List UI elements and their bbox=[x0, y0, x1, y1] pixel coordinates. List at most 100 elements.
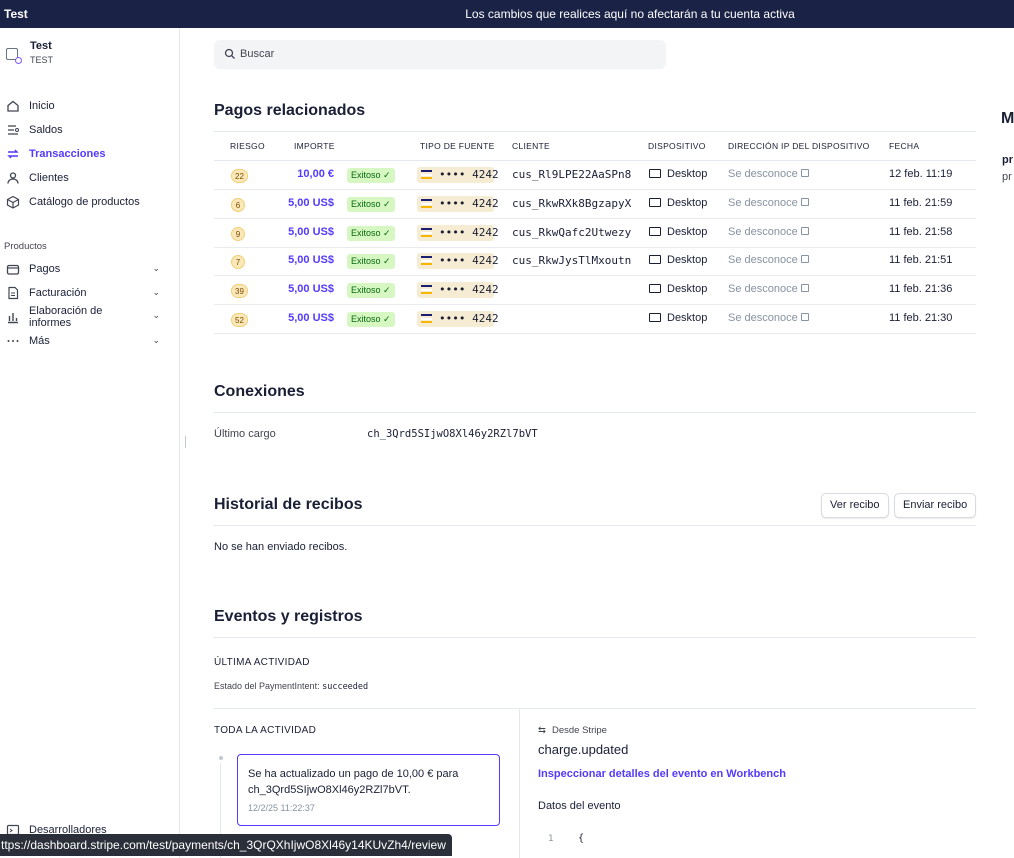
search-placeholder: Buscar bbox=[240, 48, 275, 60]
right-panel-line2: pr bbox=[1002, 171, 1012, 183]
right-panel-heading: M bbox=[1001, 110, 1014, 127]
info-icon[interactable] bbox=[800, 169, 809, 177]
sidebar-item-label: Clientes bbox=[29, 172, 69, 184]
informes-label-line2: informes bbox=[29, 317, 72, 329]
device-label: Desktop bbox=[667, 168, 708, 180]
customer-id[interactable]: cus_RkwJysTlMxoutn bbox=[512, 254, 631, 267]
account-icon bbox=[6, 48, 22, 64]
ip-label: Se desconoce bbox=[728, 226, 798, 238]
divider bbox=[214, 525, 976, 526]
view-receipt-button[interactable]: Ver recibo bbox=[821, 493, 889, 518]
pi-status-value: succeeded bbox=[322, 682, 369, 692]
account-name: Test bbox=[30, 40, 52, 52]
card-brand-icon bbox=[421, 256, 432, 266]
box-icon bbox=[6, 195, 20, 209]
customer-id[interactable]: cus_RkwQafc2Utwezy bbox=[512, 226, 631, 239]
search-icon bbox=[224, 48, 236, 60]
desktop-icon bbox=[649, 169, 661, 178]
date: 11 feb. 21:58 bbox=[889, 226, 953, 238]
card-brand-icon bbox=[421, 170, 432, 180]
table-row[interactable]: 9 5,00 US$ Exitoso ✓ •••• 4242 cus_RkwQafc2U… bbox=[214, 219, 976, 248]
event-source-label: Desde Stripe bbox=[552, 725, 607, 736]
desktop-icon bbox=[649, 198, 661, 207]
col-header-source: TIPO DE FUENTE bbox=[420, 141, 495, 151]
table-row[interactable]: 7 5,00 US$ Exitoso ✓ •••• 4242 cus_RkwJysTlM… bbox=[214, 247, 976, 276]
col-header-risk: RIESGO bbox=[230, 141, 265, 151]
table-row[interactable]: 22 10,00 € Exitoso ✓ •••• 4242 cus_Rl9LPE22A… bbox=[214, 161, 976, 190]
risk-score-badge: 22 bbox=[231, 169, 248, 183]
activity-timestamp: 12/2/25 11:22:37 bbox=[248, 803, 315, 813]
send-receipt-button[interactable]: Enviar recibo bbox=[894, 493, 977, 518]
search-input[interactable]: Buscar bbox=[214, 40, 666, 69]
amount: 5,00 US$ bbox=[288, 226, 334, 238]
info-icon[interactable] bbox=[800, 313, 809, 321]
test-mode-banner: Test Los cambios que realices aquí no af… bbox=[0, 0, 1014, 28]
ip-label: Se desconoce bbox=[728, 197, 798, 209]
info-icon[interactable] bbox=[800, 284, 809, 292]
account-mode: TEST bbox=[30, 55, 54, 65]
card-last4: •••• 4242 bbox=[439, 168, 499, 181]
device: Desktop bbox=[649, 312, 707, 324]
status-badge: Exitoso ✓ bbox=[347, 312, 395, 327]
ip-address: Se desconoce bbox=[728, 312, 809, 324]
workbench-link[interactable]: Inspeccionar detalles del evento en Work… bbox=[538, 768, 786, 780]
col-header-device: DISPOSITIVO bbox=[648, 141, 706, 151]
info-icon[interactable] bbox=[800, 255, 809, 263]
customer-id[interactable]: cus_RkwRXk8BgzapyX bbox=[512, 197, 631, 210]
sidebar-item-label: Facturación bbox=[29, 287, 87, 299]
code-line-number: 1 bbox=[548, 834, 554, 844]
col-header-customer: CLIENTE bbox=[512, 141, 550, 151]
receipts-empty-text: No se han enviado recibos. bbox=[214, 541, 348, 553]
date: 11 feb. 21:59 bbox=[889, 197, 953, 209]
card-last4: •••• 4242 bbox=[439, 254, 499, 267]
events-title: Eventos y registros bbox=[214, 608, 363, 625]
invoice-icon bbox=[6, 286, 20, 300]
card-brand-icon bbox=[421, 285, 432, 295]
sidebar-item-pagos[interactable]: Pagos ⌄ bbox=[6, 260, 166, 278]
sidebar-item-informes[interactable]: Elaboración de informes ⌄ bbox=[6, 302, 166, 332]
code-line: { bbox=[578, 833, 585, 844]
chevron-down-icon: ⌄ bbox=[152, 310, 160, 320]
resize-handle[interactable] bbox=[185, 436, 186, 448]
sidebar-item-transacciones[interactable]: Transacciones bbox=[6, 145, 166, 163]
divider bbox=[214, 708, 976, 709]
date: 11 feb. 21:30 bbox=[889, 312, 953, 324]
col-header-amount: IMPORTE bbox=[294, 141, 335, 151]
connections-title: Conexiones bbox=[214, 383, 305, 400]
chevron-down-icon: ⌄ bbox=[152, 263, 160, 273]
sidebar-item-saldos[interactable]: Saldos bbox=[6, 121, 166, 139]
info-icon[interactable] bbox=[800, 198, 809, 206]
last-charge-link[interactable]: ch_3Qrd5SIjwO8Xl46y2RZl7bVT bbox=[367, 428, 538, 440]
right-panel-line1: pr bbox=[1002, 154, 1013, 166]
table-row[interactable]: 39 5,00 US$ Exitoso ✓ •••• 4242 Desktop Se de… bbox=[214, 276, 976, 305]
last-charge-label: Último cargo bbox=[214, 428, 276, 440]
device: Desktop bbox=[649, 226, 707, 238]
ip-address: Se desconoce bbox=[728, 168, 809, 180]
card-source: •••• 4242 bbox=[417, 225, 499, 241]
amount: 5,00 US$ bbox=[288, 283, 334, 295]
card-last4: •••• 4242 bbox=[439, 312, 499, 325]
table-row[interactable]: 52 5,00 US$ Exitoso ✓ •••• 4242 Desktop Se de… bbox=[214, 305, 976, 334]
sidebar-item-inicio[interactable]: Inicio bbox=[6, 97, 166, 115]
sync-icon: ⇆ bbox=[538, 725, 546, 736]
sidebar-item-label: Transacciones bbox=[29, 148, 106, 160]
info-icon[interactable] bbox=[800, 227, 809, 235]
sidebar-item-clientes[interactable]: Clientes bbox=[6, 169, 166, 187]
sidebar-item-facturacion[interactable]: Facturación ⌄ bbox=[6, 284, 166, 302]
event-data-label: Datos del evento bbox=[538, 800, 621, 812]
activity-item[interactable]: Se ha actualizado un pago de 10,00 € par… bbox=[237, 754, 500, 826]
customer-id[interactable]: cus_Rl9LPE22AaSPn8 bbox=[512, 168, 631, 181]
device: Desktop bbox=[649, 197, 707, 209]
sidebar-item-label: Saldos bbox=[29, 124, 63, 136]
status-badge: Exitoso ✓ bbox=[347, 254, 395, 269]
card-brand-icon bbox=[421, 228, 432, 238]
table-row[interactable]: 6 5,00 US$ Exitoso ✓ •••• 4242 cus_RkwRXk8Bg… bbox=[214, 190, 976, 219]
chevron-down-icon: ⌄ bbox=[152, 287, 160, 297]
sidebar-item-catalogo[interactable]: Catálogo de productos bbox=[6, 193, 166, 211]
device-label: Desktop bbox=[667, 312, 708, 324]
sidebar-item-mas[interactable]: Más ⌄ bbox=[6, 332, 166, 350]
status-badge: Exitoso ✓ bbox=[347, 226, 395, 241]
card-source: •••• 4242 bbox=[417, 253, 499, 269]
ip-label: Se desconoce bbox=[728, 168, 798, 180]
device: Desktop bbox=[649, 168, 707, 180]
